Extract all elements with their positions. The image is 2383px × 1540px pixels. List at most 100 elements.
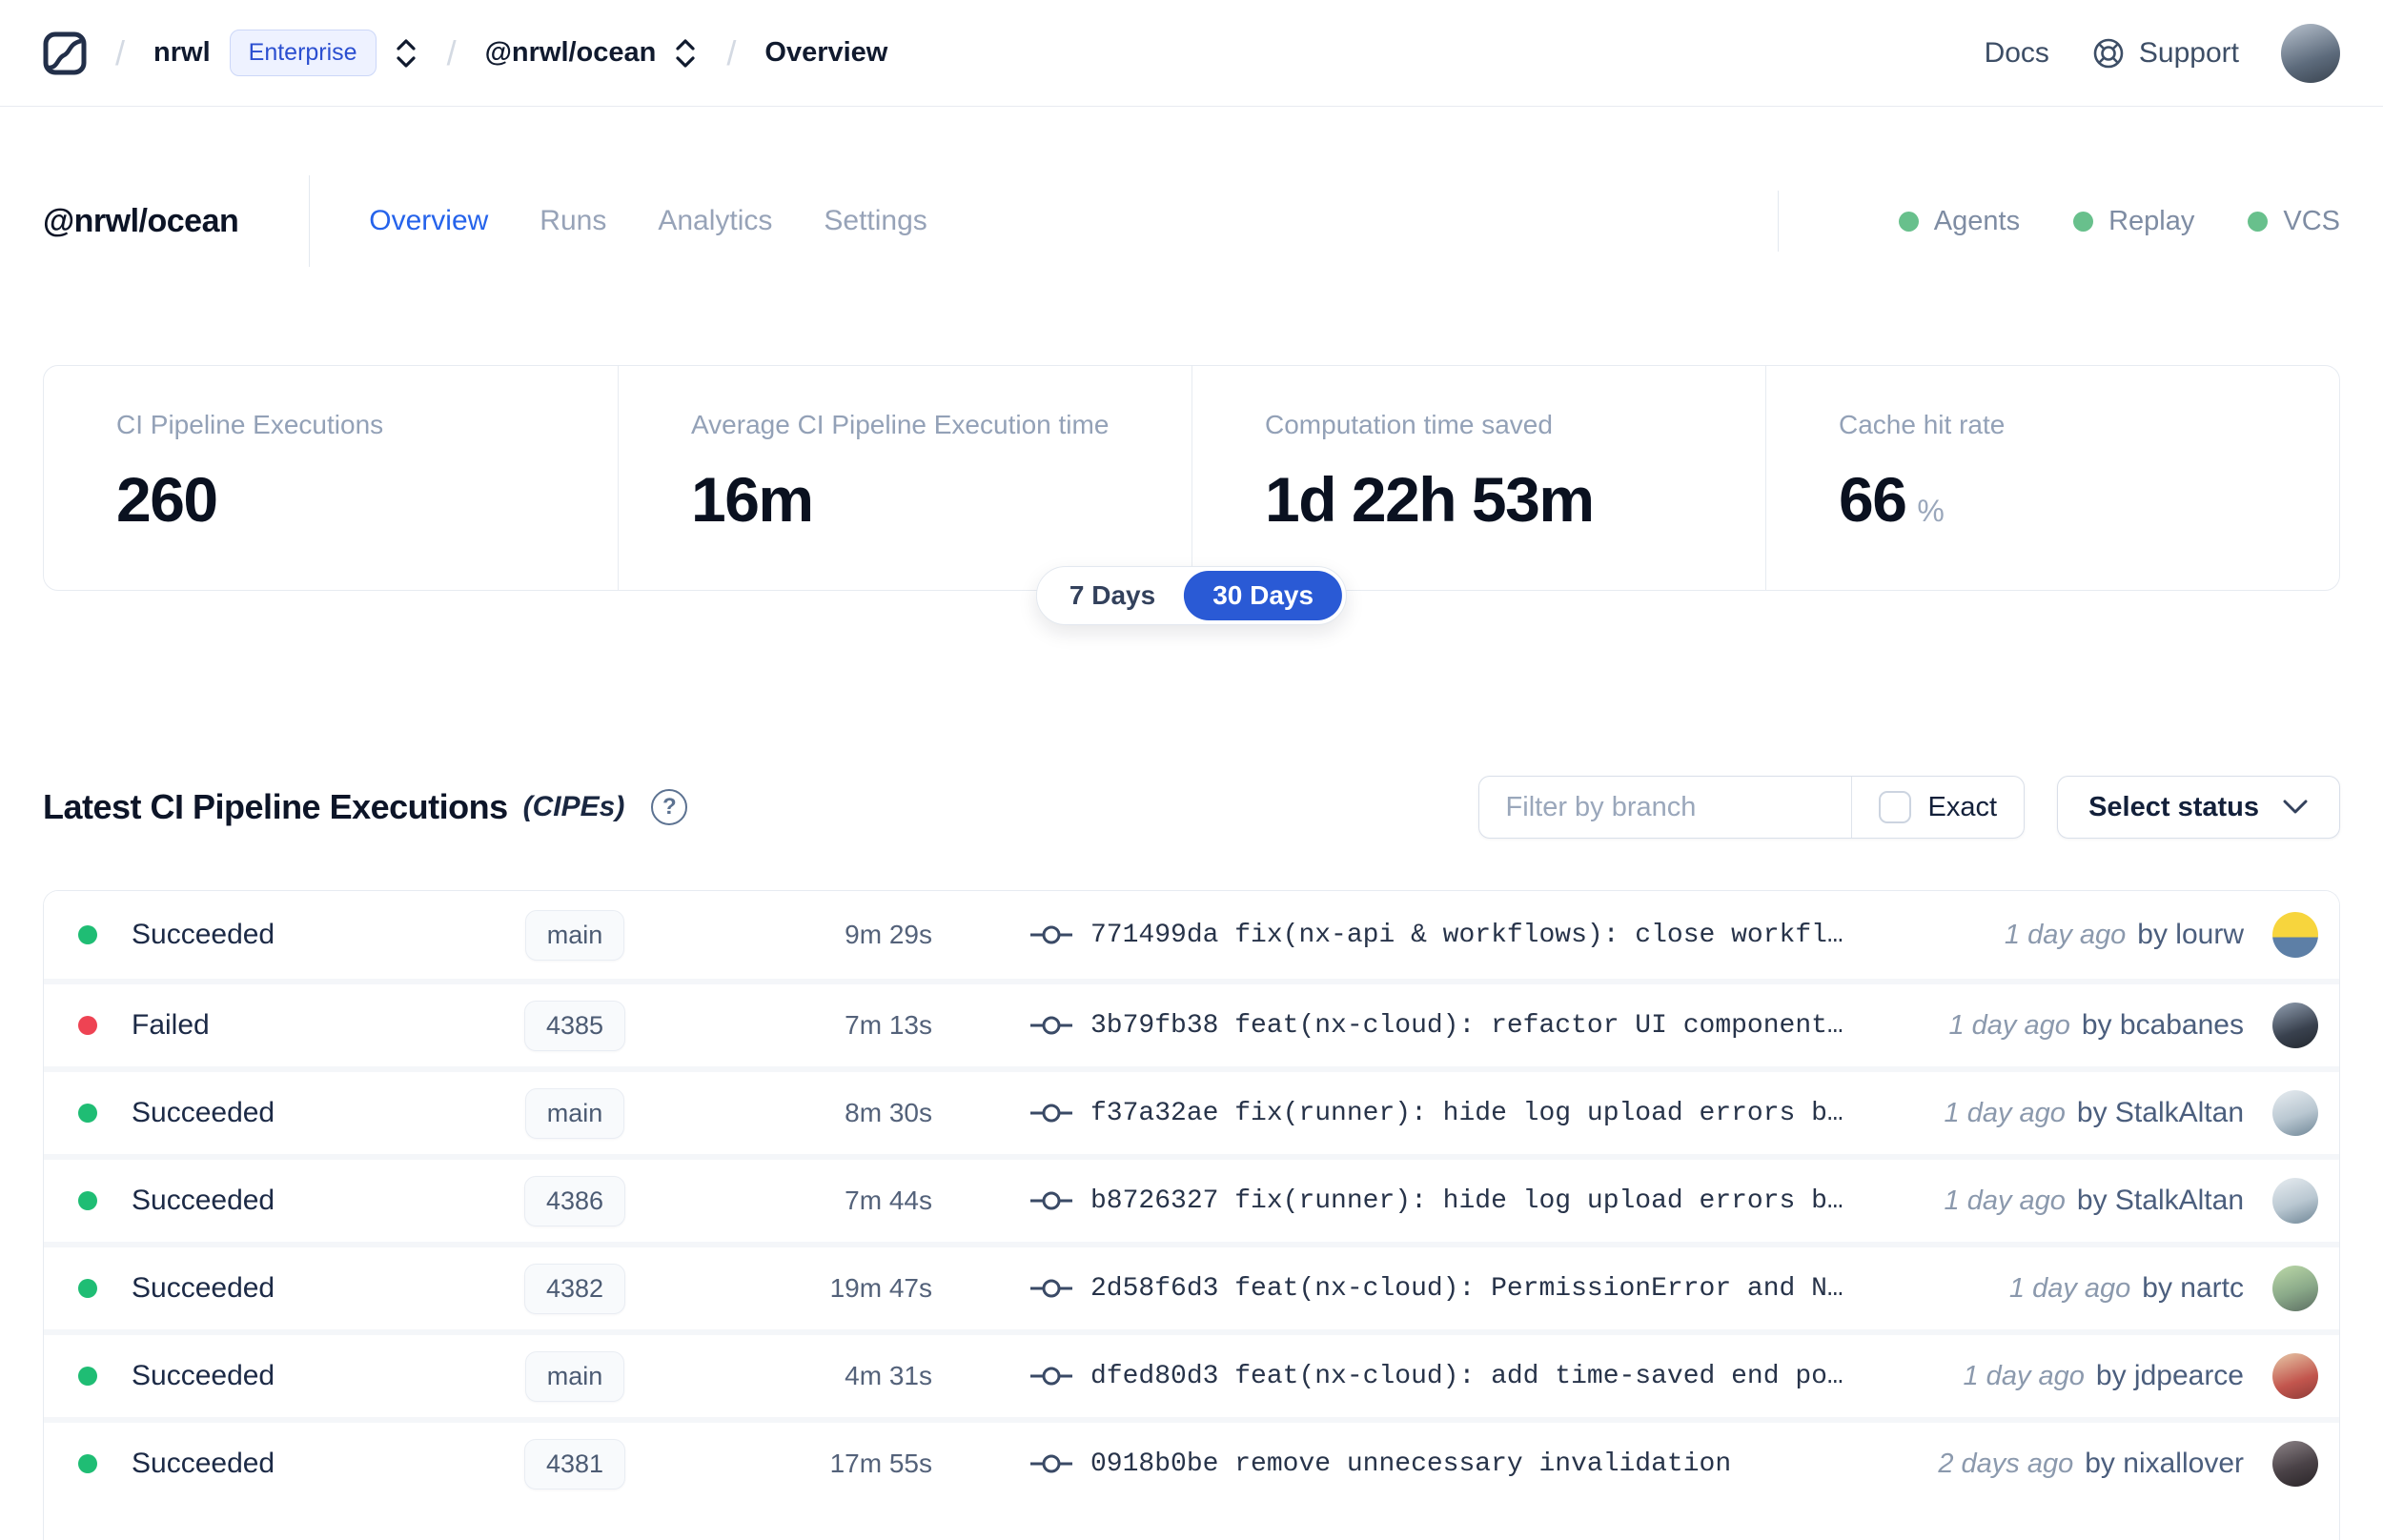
feature-status-group: Agents Replay VCS bbox=[1777, 191, 2340, 252]
author-avatar[interactable] bbox=[2272, 1178, 2318, 1224]
commit-text[interactable]: b8726327 fix(runner): hide log upload er… bbox=[1075, 1186, 1945, 1216]
status-label: Succeeded bbox=[132, 1185, 275, 1216]
row-meta: 1 day ago by jdpearce bbox=[1964, 1360, 2245, 1392]
branch-badge[interactable]: 4386 bbox=[523, 1175, 626, 1226]
author-avatar[interactable] bbox=[2272, 1090, 2318, 1136]
cipe-list-subtitle: (CIPEs) bbox=[522, 791, 625, 822]
status-dot-icon bbox=[2248, 211, 2269, 232]
author-avatar[interactable] bbox=[2272, 1266, 2318, 1311]
table-row[interactable]: Succeeded main 8m 30s f37a32ae fix(runne… bbox=[44, 1066, 2339, 1154]
stat-value: 66% bbox=[1839, 464, 1945, 535]
workspace-switcher-icon[interactable] bbox=[673, 37, 698, 70]
breadcrumb-separator: / bbox=[115, 32, 126, 72]
workspace-tabs: Overview Runs Analytics Settings bbox=[369, 205, 927, 237]
row-meta: 1 day ago by StalkAltan bbox=[1945, 1185, 2244, 1217]
docs-link[interactable]: Docs bbox=[1985, 37, 2049, 70]
cipe-table: Succeeded main 9m 29s 771499da fix(nx-ap… bbox=[43, 890, 2340, 1540]
tab-settings[interactable]: Settings bbox=[824, 205, 927, 237]
author-avatar[interactable] bbox=[2272, 1003, 2318, 1048]
commit-message: feat(nx-cloud): PermissionError and N… bbox=[1234, 1273, 1843, 1304]
time-ago: 1 day ago bbox=[2004, 920, 2127, 950]
exact-label: Exact bbox=[1927, 791, 1998, 822]
time-ago: 1 day ago bbox=[1944, 1185, 2066, 1216]
workspace-title: @nrwl/ocean bbox=[43, 202, 239, 239]
git-commit-icon bbox=[1029, 1365, 1073, 1388]
status-dot-icon bbox=[1898, 211, 1919, 232]
status-select-dropdown[interactable]: Select status bbox=[2057, 776, 2340, 839]
enterprise-badge: Enterprise bbox=[229, 30, 377, 76]
table-row[interactable]: Failed 4385 7m 13s 3b79fb38 feat(nx-clou… bbox=[44, 979, 2339, 1066]
tab-runs[interactable]: Runs bbox=[540, 205, 606, 237]
commit-text[interactable]: 2d58f6d3 feat(nx-cloud): PermissionError… bbox=[1075, 1274, 2009, 1304]
commit-message: remove unnecessary invalidation bbox=[1234, 1449, 1732, 1479]
branch-badge[interactable]: 4382 bbox=[523, 1263, 626, 1314]
top-nav: / nrwl Enterprise / @nrwl/ocean / Overvi… bbox=[0, 0, 2383, 107]
author: by bcabanes bbox=[2081, 1009, 2244, 1041]
breadcrumb-workspace[interactable]: @nrwl/ocean bbox=[485, 37, 657, 69]
table-row[interactable]: Succeeded 4381 17m 55s 0918b0be remove u… bbox=[44, 1417, 2339, 1505]
commit-hash: dfed80d3 bbox=[1090, 1361, 1219, 1391]
support-link[interactable]: Support bbox=[2091, 36, 2239, 71]
time-ago: 1 day ago bbox=[2008, 1273, 2131, 1304]
duration: 19m 47s bbox=[829, 1273, 932, 1303]
workspace-header: @nrwl/ocean Overview Runs Analytics Sett… bbox=[43, 170, 2340, 273]
author: by lourw bbox=[2137, 919, 2244, 950]
stats-card-row: CI Pipeline Executions 260 Average CI Pi… bbox=[43, 365, 2340, 591]
branch-badge[interactable]: 4381 bbox=[523, 1438, 626, 1489]
status-label: Succeeded bbox=[132, 1360, 275, 1391]
cipe-list-title: Latest CI Pipeline Executions bbox=[43, 787, 508, 826]
commit-text[interactable]: 3b79fb38 feat(nx-cloud): refactor UI com… bbox=[1075, 1011, 1948, 1041]
commit-message: fix(runner): hide log upload errors b… bbox=[1234, 1098, 1843, 1128]
stat-value: 260 bbox=[116, 464, 218, 535]
percent-suffix: % bbox=[1917, 494, 1945, 528]
commit-text[interactable]: dfed80d3 feat(nx-cloud): add time-saved … bbox=[1075, 1362, 1964, 1391]
breadcrumb-org[interactable]: nrwl bbox=[153, 37, 211, 69]
table-row[interactable]: Succeeded 4386 7m 44s b8726327 fix(runne… bbox=[44, 1154, 2339, 1242]
range-7-days[interactable]: 7 Days bbox=[1041, 571, 1184, 620]
commit-text[interactable]: 771499da fix(nx-api & workflows): close … bbox=[1075, 921, 2005, 950]
exact-filter: Exact bbox=[1850, 777, 2025, 838]
divider bbox=[1777, 191, 1779, 252]
status-dot bbox=[78, 1279, 97, 1298]
tab-analytics[interactable]: Analytics bbox=[658, 205, 772, 237]
range-30-days[interactable]: 30 Days bbox=[1184, 571, 1343, 620]
exact-checkbox[interactable] bbox=[1878, 791, 1911, 823]
stat-value: 16m bbox=[691, 464, 814, 535]
branch-badge[interactable]: main bbox=[524, 1087, 625, 1139]
feature-replay: Replay bbox=[2073, 206, 2194, 237]
nx-cloud-logo[interactable] bbox=[43, 31, 87, 75]
author: by nixallover bbox=[2085, 1448, 2244, 1479]
commit-text[interactable]: 0918b0be remove unnecessary invalidation bbox=[1075, 1449, 1938, 1479]
user-avatar[interactable] bbox=[2281, 23, 2340, 83]
author-avatar[interactable] bbox=[2272, 1353, 2318, 1399]
status-dot bbox=[78, 1454, 97, 1473]
help-icon[interactable]: ? bbox=[651, 789, 688, 825]
commit-text[interactable]: f37a32ae fix(runner): hide log upload er… bbox=[1075, 1099, 1945, 1128]
breadcrumb-page: Overview bbox=[764, 37, 888, 68]
chevron-down-icon bbox=[2283, 800, 2308, 814]
stat-average-execution-time: Average CI Pipeline Execution time 16m bbox=[618, 366, 1192, 590]
branch-badge[interactable]: 4385 bbox=[523, 1000, 626, 1051]
status-dot bbox=[78, 1104, 97, 1123]
commit-message: feat(nx-cloud): add time-saved end po… bbox=[1234, 1361, 1843, 1391]
table-row[interactable]: Succeeded main 4m 31s dfed80d3 feat(nx-c… bbox=[44, 1329, 2339, 1417]
commit-message: fix(nx-api & workflows): close workfl… bbox=[1234, 920, 1843, 950]
branch-filter-input[interactable] bbox=[1478, 777, 1851, 838]
tab-overview[interactable]: Overview bbox=[369, 205, 488, 237]
cipe-list-header: Latest CI Pipeline Executions (CIPEs) ? … bbox=[43, 776, 2340, 839]
row-meta: 1 day ago by lourw bbox=[2005, 919, 2244, 951]
commit-message: fix(runner): hide log upload errors b… bbox=[1234, 1185, 1843, 1216]
author-avatar[interactable] bbox=[2272, 912, 2318, 958]
author: by StalkAltan bbox=[2076, 1097, 2244, 1128]
branch-badge[interactable]: main bbox=[524, 909, 625, 961]
stat-label: Cache hit rate bbox=[1839, 410, 2006, 439]
org-switcher-icon[interactable] bbox=[394, 37, 418, 70]
author-avatar[interactable] bbox=[2272, 1441, 2318, 1487]
git-commit-icon bbox=[1029, 1102, 1073, 1125]
table-row[interactable]: Succeeded 4382 19m 47s 2d58f6d3 feat(nx-… bbox=[44, 1242, 2339, 1329]
table-row[interactable]: Succeeded main 9m 29s 771499da fix(nx-ap… bbox=[44, 891, 2339, 979]
branch-badge[interactable]: main bbox=[524, 1350, 625, 1402]
stat-label: Computation time saved bbox=[1265, 410, 1553, 439]
date-range-toggle: 7 Days 30 Days bbox=[1035, 566, 1348, 625]
status-dot bbox=[78, 925, 97, 944]
